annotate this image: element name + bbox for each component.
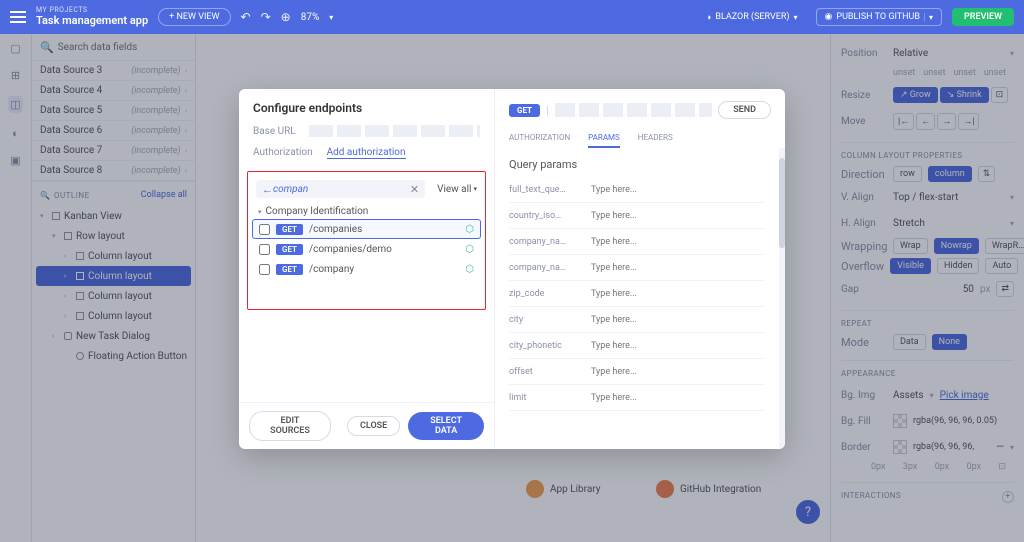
base-url-value[interactable]: [309, 125, 480, 137]
param-row: city_phonetic: [509, 333, 765, 359]
endpoint-category[interactable]: ▾Company Identification: [252, 204, 481, 219]
tab-authorization[interactable]: AUTHORIZATION: [509, 133, 570, 148]
tab-headers[interactable]: HEADERS: [638, 133, 673, 148]
method-badge: GET: [276, 264, 303, 275]
publish-label: PUBLISH TO GITHUB: [836, 12, 920, 22]
endpoint-search[interactable]: ← ✕: [256, 180, 425, 198]
tab-params[interactable]: PARAMS: [588, 133, 620, 148]
new-view-button[interactable]: + NEW VIEW: [158, 8, 230, 26]
endpoint-path: /company: [309, 264, 459, 275]
query-params-title: Query params: [509, 158, 765, 171]
framework-label: BLAZOR (SERVER): [715, 12, 789, 22]
preview-button[interactable]: PREVIEW: [952, 8, 1014, 26]
modal-title: Configure endpoints: [253, 101, 480, 115]
authorization-label: Authorization: [253, 147, 313, 159]
endpoint-checkbox[interactable]: [259, 244, 270, 255]
param-row: offset: [509, 359, 765, 385]
param-row: limit: [509, 385, 765, 411]
param-row: city: [509, 307, 765, 333]
zoom-icon[interactable]: ⊕: [281, 10, 291, 24]
param-row: full_text_que…: [509, 177, 765, 203]
params-scrollbar[interactable]: [779, 148, 785, 449]
param-input[interactable]: [591, 393, 765, 403]
endpoint-row[interactable]: GET /companies/demo ⬡: [252, 239, 481, 259]
endpoints-highlight-box: ← ✕ View all▾ ▾Company Identification GE…: [247, 171, 486, 310]
param-input[interactable]: [591, 289, 765, 299]
github-icon: ◉: [825, 12, 833, 22]
param-input[interactable]: [591, 237, 765, 247]
endpoint-row[interactable]: GET /companies ⬡: [252, 219, 481, 239]
menu-icon[interactable]: [10, 11, 26, 23]
edit-sources-button[interactable]: EDIT SOURCES: [249, 411, 331, 441]
send-button[interactable]: SEND: [718, 101, 771, 119]
framework-select[interactable]: ◑ BLAZOR (SERVER) ▾: [698, 9, 806, 26]
endpoint-ready-icon: ⬡: [465, 244, 474, 255]
param-input[interactable]: [591, 341, 765, 351]
endpoint-path: /companies: [309, 224, 459, 235]
zoom-value[interactable]: 87%: [301, 12, 320, 23]
blazor-icon: ◑: [706, 12, 711, 23]
request-method-badge[interactable]: GET: [509, 104, 540, 117]
clear-search-icon[interactable]: ✕: [410, 183, 419, 196]
endpoint-checkbox[interactable]: [259, 224, 270, 235]
request-url-input[interactable]: [555, 103, 713, 117]
breadcrumb-label: MY PROJECTS: [36, 7, 148, 15]
close-button[interactable]: CLOSE: [347, 416, 400, 436]
configure-endpoints-modal: Configure endpoints Base URL Authorizati…: [239, 89, 785, 449]
top-bar: MY PROJECTS Task management app + NEW VI…: [0, 0, 1024, 34]
param-row: zip_code: [509, 281, 765, 307]
method-badge: GET: [276, 244, 303, 255]
project-breadcrumb[interactable]: MY PROJECTS Task management app: [36, 7, 148, 27]
endpoint-ready-icon: ⬡: [465, 224, 474, 235]
project-name: Task management app: [36, 15, 148, 27]
select-data-button[interactable]: SELECT DATA: [408, 412, 484, 440]
param-row: company_na…: [509, 229, 765, 255]
param-row: country_iso…: [509, 203, 765, 229]
endpoint-row[interactable]: GET /company ⬡: [252, 259, 481, 279]
endpoint-path: /companies/demo: [309, 244, 459, 255]
param-input[interactable]: [591, 211, 765, 221]
publish-github-button[interactable]: ◉ PUBLISH TO GITHUB ▾: [816, 8, 942, 26]
view-all-select[interactable]: View all▾: [437, 184, 477, 195]
param-input[interactable]: [591, 263, 765, 273]
method-badge: GET: [276, 224, 303, 235]
undo-icon[interactable]: ↶: [241, 10, 251, 24]
param-input[interactable]: [591, 367, 765, 377]
modal-overlay: Configure endpoints Base URL Authorizati…: [0, 34, 1024, 542]
endpoint-checkbox[interactable]: [259, 264, 270, 275]
param-input[interactable]: [591, 315, 765, 325]
endpoint-ready-icon: ⬡: [465, 264, 474, 275]
endpoint-search-input[interactable]: [273, 184, 410, 195]
param-row: company_na…: [509, 255, 765, 281]
add-authorization-link[interactable]: Add authorization: [327, 147, 406, 159]
param-input[interactable]: [591, 185, 765, 195]
base-url-label: Base URL: [253, 126, 309, 137]
redo-icon[interactable]: ↷: [261, 10, 271, 24]
